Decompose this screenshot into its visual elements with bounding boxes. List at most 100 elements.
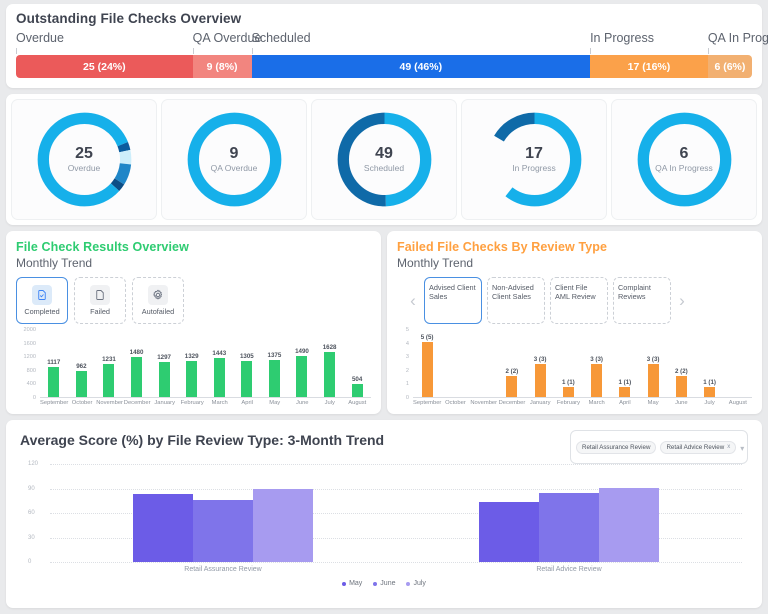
bar[interactable] — [186, 360, 198, 398]
bar-column[interactable]: 1443 — [205, 330, 233, 398]
legend-swatch — [342, 581, 347, 586]
status-segment-tick — [590, 48, 592, 54]
bar[interactable] — [351, 383, 363, 398]
result-chip-completed[interactable]: Completed — [16, 277, 68, 324]
x-tick-label: June — [675, 400, 688, 406]
donut-value: 9 — [229, 144, 239, 162]
bar[interactable] — [253, 488, 313, 562]
bar[interactable] — [647, 364, 659, 398]
donut-chart: 9 QA Overdue — [183, 108, 286, 211]
bar-column[interactable]: 504 — [343, 330, 371, 398]
status-segment-qa-in-progre[interactable]: 6 (6%) — [707, 55, 752, 78]
review-chip-client-file-aml-review[interactable]: Client File AML Review — [550, 277, 608, 324]
bar[interactable] — [241, 361, 253, 398]
donut-card-qa-overdue[interactable]: 9 QA Overdue — [162, 100, 306, 219]
chevron-down-icon[interactable]: ▾ — [740, 444, 744, 453]
review-type-filter[interactable]: Retail Assurance Review Retail Advice Rev… — [570, 430, 748, 464]
bar-column[interactable]: 962 — [68, 330, 96, 398]
bar-column[interactable]: 1 (1) — [554, 330, 582, 398]
bar-value-label: 1 (1) — [562, 378, 575, 386]
legend-item[interactable]: May — [342, 580, 362, 587]
bar-column[interactable]: 1329 — [178, 330, 206, 398]
filter-tag[interactable]: Retail Advice Review x — [660, 440, 737, 454]
bar[interactable] — [539, 493, 599, 562]
x-tick-label: November — [470, 400, 498, 406]
donut-card-scheduled[interactable]: 49 Scheduled — [312, 100, 456, 219]
bar-column[interactable]: 1231 — [95, 330, 123, 398]
y-tick-label: 1 — [405, 381, 409, 388]
bar-column[interactable]: 1117 — [40, 330, 68, 398]
bar-column[interactable]: 3 (3) — [583, 330, 611, 398]
donut-label: Scheduled — [363, 163, 405, 174]
bar-column[interactable]: 1490 — [288, 330, 316, 398]
donut-label: In Progress — [512, 163, 556, 174]
bar[interactable] — [324, 352, 336, 398]
bar-column[interactable]: 3 (3) — [639, 330, 667, 398]
filter-tag-list: Retail Assurance Review Retail Advice Rev… — [576, 440, 737, 454]
result-chip-failed[interactable]: Failed — [74, 277, 126, 324]
bar-column[interactable]: 1628 — [316, 330, 344, 398]
bar[interactable] — [133, 494, 193, 562]
bar-column[interactable]: 1297 — [150, 330, 178, 398]
bar-column[interactable]: 3 (3) — [526, 330, 554, 398]
donut-card-in-progress[interactable]: 17 In Progress — [462, 100, 606, 219]
bar[interactable] — [591, 364, 603, 398]
remove-tag-icon[interactable]: x — [727, 444, 730, 450]
result-chip-label: Failed — [90, 307, 110, 317]
chevron-right-icon[interactable]: › — [676, 291, 688, 311]
status-segment-scheduled[interactable]: 49 (46%) — [251, 55, 591, 78]
bar[interactable] — [296, 356, 308, 398]
bar[interactable] — [213, 357, 225, 398]
bar-column[interactable]: 2 (2) — [667, 330, 695, 398]
bar-column[interactable]: 1480 — [123, 330, 151, 398]
bar-series: 1117 962 1231 1480 1297 1329 1443 1305 1375 1490 1… — [40, 330, 371, 398]
legend-swatch — [373, 581, 378, 586]
bar[interactable] — [506, 375, 518, 398]
bar[interactable] — [421, 342, 433, 398]
bar[interactable] — [268, 359, 280, 398]
status-segment-overdue[interactable]: 25 (24%) — [16, 55, 193, 78]
bar[interactable] — [193, 499, 253, 562]
x-tick-label: February — [556, 400, 581, 406]
bar-column[interactable]: 1305 — [233, 330, 261, 398]
donut-center: 49 Scheduled — [333, 108, 436, 211]
bar[interactable] — [75, 371, 87, 398]
x-tick-label: September — [40, 400, 69, 406]
status-segment-qa-overdue[interactable]: 9 (8%) — [192, 55, 252, 78]
bar-column[interactable] — [441, 330, 469, 398]
bar[interactable] — [534, 364, 546, 398]
bar-column[interactable] — [724, 330, 752, 398]
legend-item[interactable]: June — [373, 580, 395, 587]
donut-card-overdue[interactable]: 25 Overdue — [12, 100, 156, 219]
bar-column[interactable]: 1375 — [261, 330, 289, 398]
bar-column[interactable]: 1 (1) — [696, 330, 724, 398]
legend-label: May — [349, 580, 363, 587]
bar[interactable] — [158, 361, 170, 398]
bar[interactable] — [599, 487, 659, 562]
status-segment-in-progress[interactable]: 17 (16%) — [590, 55, 708, 78]
failed-file-checks-subtitle: Monthly Trend — [397, 256, 474, 270]
result-chip-label: Autofailed — [141, 307, 175, 317]
bar-column[interactable]: 2 (2) — [498, 330, 526, 398]
bar[interactable] — [675, 375, 687, 398]
bar-column[interactable]: 1 (1) — [611, 330, 639, 398]
bar[interactable] — [48, 366, 60, 398]
review-chip-advised-client-sales[interactable]: Advised Client Sales — [424, 277, 482, 324]
status-segment-label: Scheduled — [251, 31, 311, 45]
legend-item[interactable]: July — [406, 580, 426, 587]
review-chip-complaint-reviews[interactable]: Complaint Reviews — [613, 277, 671, 324]
donut-card-qa-in-progress[interactable]: 6 QA In Progress — [612, 100, 756, 219]
bar[interactable] — [131, 356, 143, 398]
result-chip-autofailed[interactable]: Autofailed — [132, 277, 184, 324]
chevron-left-icon[interactable]: ‹ — [407, 291, 419, 311]
legend-swatch — [406, 581, 411, 586]
review-chip-non-advised-client-sales[interactable]: Non-Advised Client Sales — [487, 277, 545, 324]
filter-tag[interactable]: Retail Assurance Review — [576, 440, 657, 454]
bar-column[interactable] — [470, 330, 498, 398]
bar[interactable] — [103, 363, 115, 398]
bar-column[interactable]: 5 (5) — [413, 330, 441, 398]
status-segment-label: In Progress — [590, 31, 654, 45]
status-segment-label: Overdue — [16, 31, 64, 45]
bar[interactable] — [479, 501, 539, 562]
status-distribution-bar[interactable]: 25 (24%) 9 (8%) 49 (46%) 17 (16%) 6 (6%) — [16, 55, 752, 78]
